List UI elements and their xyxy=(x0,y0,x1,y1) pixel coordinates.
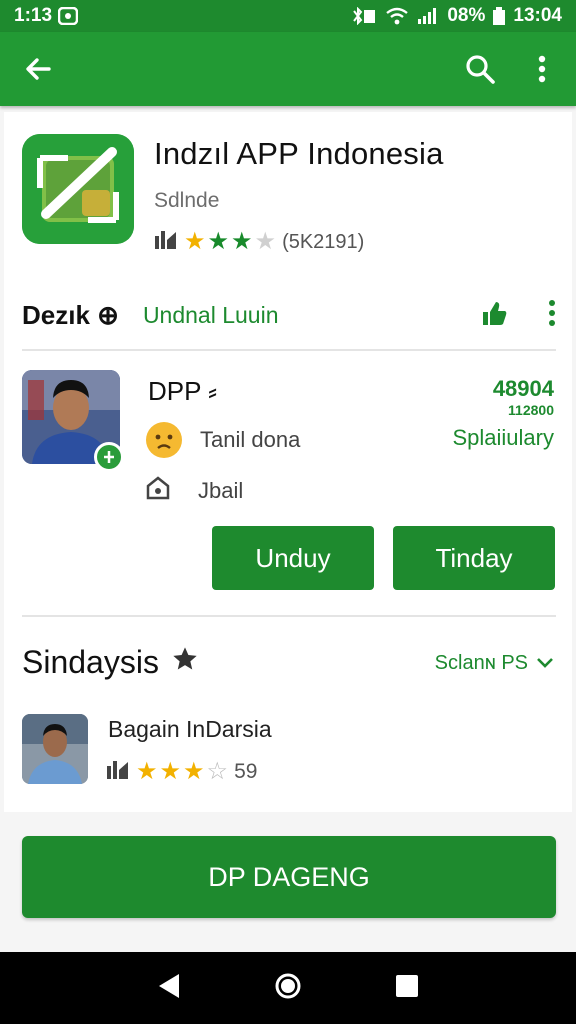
rating-count: (5K2191) xyxy=(282,230,365,253)
more-vert-icon[interactable] xyxy=(548,299,556,331)
developer-info-text: Tanil dona xyxy=(200,427,301,452)
divider xyxy=(22,349,556,351)
verified-badge-icon xyxy=(94,442,124,472)
star-empty-icon: ☆ xyxy=(206,758,229,785)
item-name[interactable]: Bagain InDarsia xyxy=(108,716,272,743)
signal-icon xyxy=(417,7,439,25)
battery-percent: 08% xyxy=(447,5,486,26)
section-title: Dezık ⊕ xyxy=(22,299,119,330)
emoji-icon xyxy=(146,422,182,458)
bluetooth-icon xyxy=(351,7,377,25)
star-icon: ★ xyxy=(231,228,253,255)
section-header: Dezık ⊕ Undnal Luuin xyxy=(22,290,556,340)
chevron-down-icon xyxy=(536,652,554,675)
system-nav-bar xyxy=(0,952,576,1024)
nav-home-icon[interactable] xyxy=(274,972,302,1005)
app-bar xyxy=(0,32,576,106)
app-title: Indzıl APP Indonesia xyxy=(154,136,444,171)
section2-link[interactable]: Sclanɴ PS xyxy=(435,652,554,675)
wifi-icon xyxy=(385,7,409,25)
back-arrow-icon[interactable] xyxy=(14,45,62,93)
star-icon xyxy=(171,644,199,681)
developer-info-row: Tanil dona xyxy=(146,422,300,458)
developer-name: DPP ⸗ xyxy=(148,376,217,406)
item-rating-count: 59 xyxy=(234,760,258,783)
star-icon: ★ xyxy=(184,228,206,255)
section-link[interactable]: Undnal Luuin xyxy=(143,302,279,329)
item-rating: ★ ★ ★ ☆ 59 xyxy=(106,758,257,786)
section2-link-label: Sclanɴ PS xyxy=(434,652,528,674)
star-icon: ★ xyxy=(207,228,230,255)
battery-icon xyxy=(493,7,506,25)
search-icon[interactable] xyxy=(460,45,500,93)
star-icon: ★ xyxy=(159,758,182,785)
star-icon: ★ xyxy=(136,758,158,785)
first-action-button[interactable]: Unduy xyxy=(212,526,374,590)
status-time-left: 1:13 xyxy=(14,5,53,26)
app-icon[interactable] xyxy=(22,134,134,244)
star-rating: ★ ★ ★ ★ xyxy=(184,230,276,254)
app-details-card: Indzıl APP Indonesia Sdlnde ★ ★ ★ ★ (5K2… xyxy=(4,112,572,812)
developer-location-row: Jbail xyxy=(146,476,243,506)
divider xyxy=(22,615,556,617)
developer-status: Splaiiulary xyxy=(452,425,555,450)
more-vert-icon[interactable] xyxy=(522,45,562,93)
location-icon xyxy=(146,476,170,506)
second-action-button[interactable]: Tinday xyxy=(393,526,555,590)
section2-header: Sindaysis xyxy=(22,644,199,681)
app-rating: ★ ★ ★ ★ (5K2191) xyxy=(154,228,364,256)
star-icon: ★ xyxy=(183,758,205,785)
developer-number: 48904 112800 xyxy=(493,376,554,418)
thumbs-up-icon[interactable] xyxy=(480,299,508,332)
nav-recents-icon[interactable] xyxy=(395,974,419,1003)
notification-icon xyxy=(58,7,79,25)
number-small: 112800 xyxy=(508,402,554,418)
section2-title: Sindaysis xyxy=(22,644,159,680)
status-time-right: 13:04 xyxy=(513,5,562,26)
developer-location-text: Jbail xyxy=(198,478,244,503)
star-empty-icon: ★ xyxy=(254,228,277,255)
app-developer[interactable]: Sdlnde xyxy=(154,189,219,213)
chart-icon xyxy=(106,758,130,786)
number-big: 48904 xyxy=(492,376,554,401)
primary-button[interactable]: DP DAGENG xyxy=(22,836,556,918)
chart-icon xyxy=(154,228,178,256)
status-bar: 1:13 08% 13:04 xyxy=(0,0,576,32)
nav-back-icon[interactable] xyxy=(157,973,181,1004)
star-rating: ★ ★ ★ ☆ xyxy=(136,760,228,784)
item-avatar[interactable] xyxy=(22,714,88,784)
